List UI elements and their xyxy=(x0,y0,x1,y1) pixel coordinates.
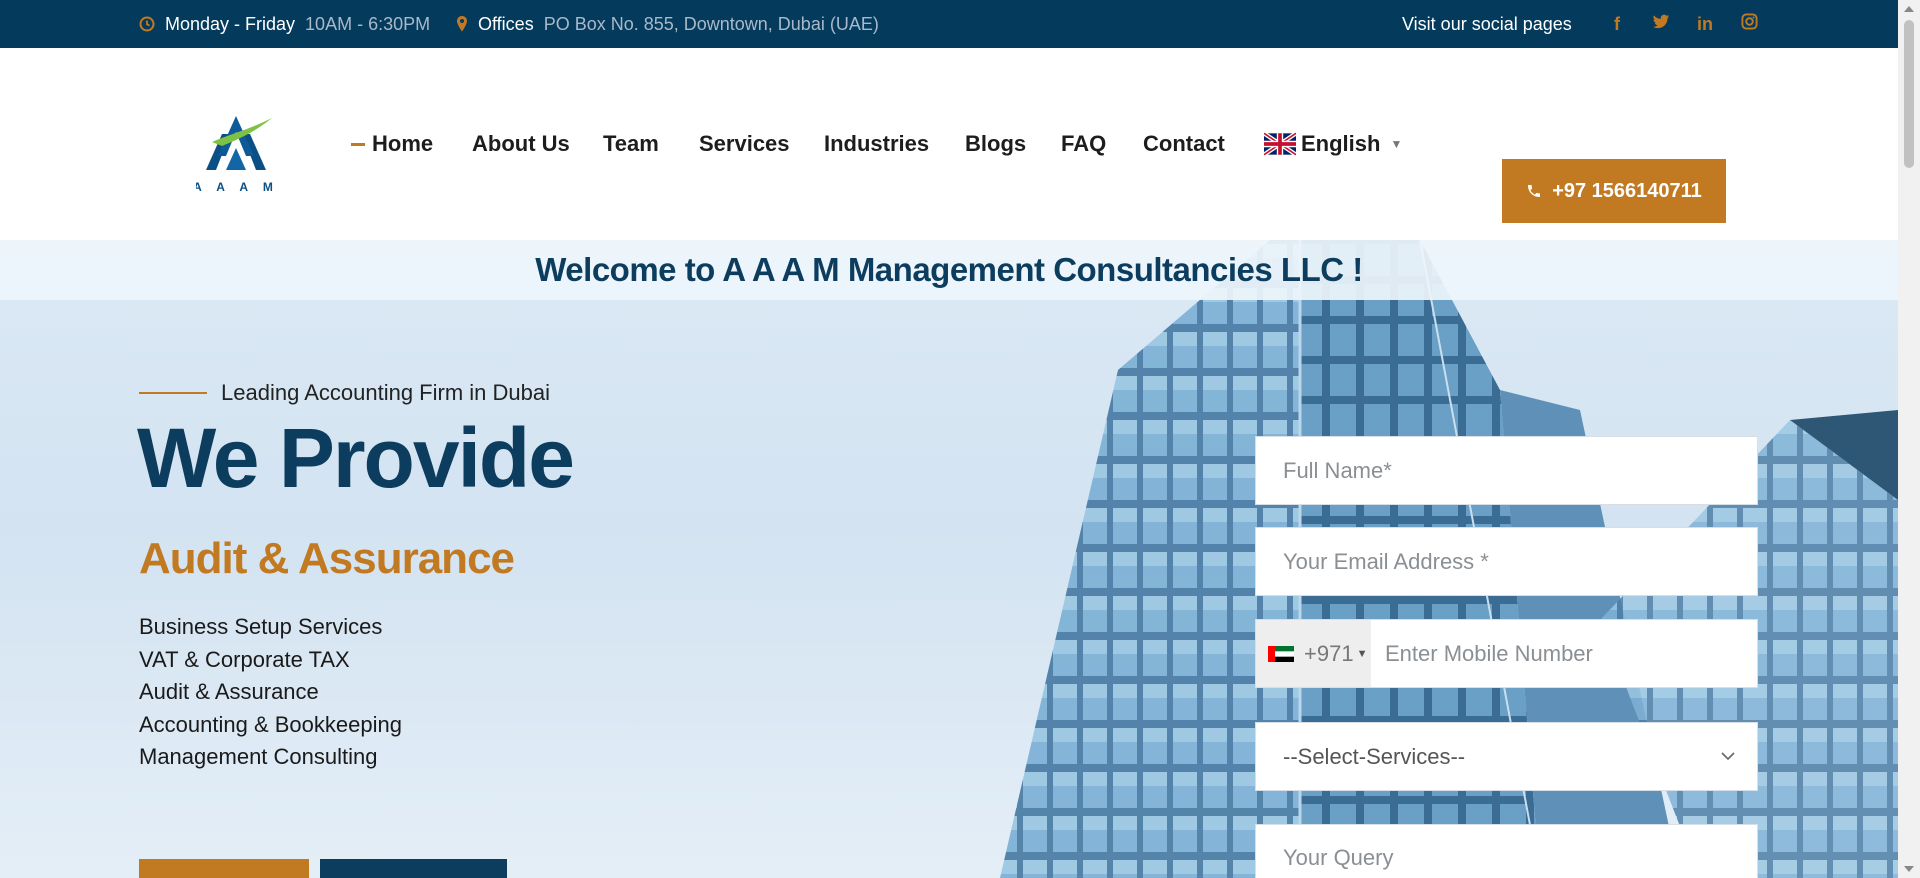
hours-label: Monday - Friday xyxy=(165,13,296,34)
hero-kicker: Leading Accounting Firm in Dubai xyxy=(139,380,550,406)
nav-about-us[interactable]: About Us xyxy=(472,48,570,240)
business-hours: Monday - Friday 10AM - 6:30PM xyxy=(139,0,430,48)
email-field[interactable]: Your Email Address * xyxy=(1255,527,1758,596)
offices-label: Offices xyxy=(478,13,534,34)
clock-icon xyxy=(139,16,155,32)
country-code: +971 xyxy=(1304,640,1354,666)
language-label: English xyxy=(1301,131,1381,156)
scrollbar-thumb[interactable] xyxy=(1904,20,1914,168)
scroll-down-arrow-icon[interactable] xyxy=(1904,866,1914,872)
twitter-icon[interactable] xyxy=(1639,14,1683,35)
phone-number: +97 1566140711 xyxy=(1552,179,1702,202)
list-item: Management Consulting xyxy=(139,744,378,769)
hours-value: 10AM - 6:30PM xyxy=(305,13,431,34)
hero-title: We Provide xyxy=(137,411,575,505)
welcome-banner: Welcome to A A A M Management Consultanc… xyxy=(0,240,1898,300)
scroll-up-arrow-icon[interactable] xyxy=(1904,6,1914,12)
services-list: Business Setup Services VAT & Corporate … xyxy=(139,611,402,774)
kicker-line xyxy=(139,392,207,394)
list-item: Accounting & Bookkeeping xyxy=(139,711,402,737)
social-label: Visit our social pages xyxy=(1402,13,1572,34)
nav-home[interactable]: Home xyxy=(351,48,433,240)
country-code-selector[interactable]: +971 ▼ xyxy=(1256,620,1371,687)
uae-flag-icon xyxy=(1268,645,1294,662)
top-info-bar: Monday - Friday 10AM - 6:30PM Offices PO… xyxy=(0,0,1898,48)
hero-section: Welcome to A A A M Management Consultanc… xyxy=(0,240,1898,878)
list-item: VAT & Corporate TAX xyxy=(139,646,350,672)
nav-faq[interactable]: FAQ xyxy=(1061,48,1106,240)
primary-cta-button[interactable] xyxy=(139,859,309,878)
kicker-text: Leading Accounting Firm in Dubai xyxy=(221,380,550,405)
nav-services[interactable]: Services xyxy=(699,48,790,240)
uk-flag-icon xyxy=(1264,132,1296,156)
phone-icon xyxy=(1526,183,1542,199)
language-selector[interactable]: English ▼ xyxy=(1264,48,1402,240)
page-scrollbar[interactable] xyxy=(1898,0,1920,878)
full-name-field[interactable]: Full Name* xyxy=(1255,436,1758,505)
facebook-icon[interactable]: f xyxy=(1595,14,1639,35)
linkedin-icon[interactable]: in xyxy=(1683,14,1727,35)
secondary-cta-button[interactable] xyxy=(320,859,507,878)
active-indicator xyxy=(351,142,365,146)
logo-text: A A A M xyxy=(196,180,276,194)
hero-subtitle: Audit & Assurance xyxy=(139,534,515,583)
nav-industries[interactable]: Industries xyxy=(824,48,929,240)
offices-value: PO Box No. 855, Downtown, Dubai (UAE) xyxy=(543,13,879,34)
call-button[interactable]: +97 1566140711 xyxy=(1502,159,1726,223)
query-field[interactable]: Your Query xyxy=(1255,824,1758,878)
nav-home-label: Home xyxy=(372,131,434,156)
office-address: Offices PO Box No. 855, Downtown, Dubai … xyxy=(456,0,879,48)
site-header: A A A M Home About Us Team Services Indu… xyxy=(0,48,1898,240)
nav-team[interactable]: Team xyxy=(603,48,659,240)
mobile-field[interactable]: +971 ▼ Enter Mobile Number xyxy=(1255,619,1758,688)
company-logo[interactable]: A A A M xyxy=(193,104,276,196)
list-item: Business Setup Services xyxy=(139,614,383,639)
services-select-value: --Select-Services-- xyxy=(1283,743,1466,769)
mobile-placeholder: Enter Mobile Number xyxy=(1385,640,1593,666)
nav-contact[interactable]: Contact xyxy=(1143,48,1225,240)
services-select[interactable]: --Select-Services-- xyxy=(1255,722,1758,791)
list-item: Audit & Assurance xyxy=(139,679,319,704)
chevron-down-icon xyxy=(1721,748,1735,766)
welcome-heading: Welcome to A A A M Management Consultanc… xyxy=(535,251,1363,288)
nav-blogs[interactable]: Blogs xyxy=(965,48,1026,240)
social-links: f in xyxy=(1595,0,1771,48)
caret-down-icon: ▼ xyxy=(1390,137,1403,151)
caret-down-icon: ▼ xyxy=(1356,647,1368,660)
map-pin-icon xyxy=(456,15,468,33)
instagram-icon[interactable] xyxy=(1727,13,1771,35)
